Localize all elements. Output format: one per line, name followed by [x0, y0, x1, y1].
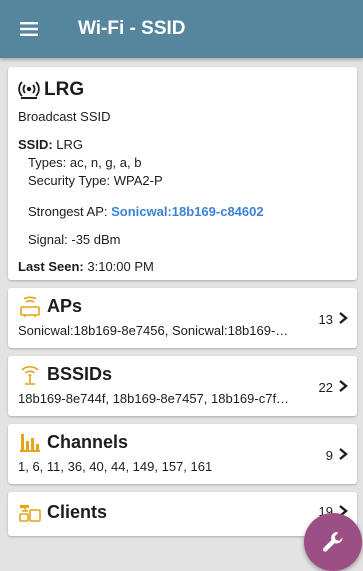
signal-line: Signal: -35 dBm: [28, 232, 121, 247]
aps-row[interactable]: APs Sonicwal:18b169-8e7456, Sonicwal:18b…: [8, 288, 357, 348]
strongest-ap-label: Strongest AP:: [28, 204, 108, 219]
bssids-title: BSSIDs: [47, 363, 113, 384]
tools-fab-button[interactable]: [304, 513, 362, 571]
ap-icon: [20, 296, 40, 317]
bssids-count: 22: [318, 380, 333, 395]
channels-icon: [20, 434, 40, 452]
ssid-label: SSID:: [18, 137, 53, 152]
channels-count: 9: [325, 448, 333, 463]
chevron-right-icon: [339, 448, 348, 460]
security-value: WPA2-P: [113, 173, 163, 188]
bssids-subtitle: 18b169-8e744f, 18b169-8e7457, 18b169-c7f…: [18, 391, 290, 406]
wrench-icon: [322, 532, 343, 552]
signal-label: Signal:: [28, 232, 68, 247]
strongest-ap-link[interactable]: Sonicwal:18b169-c84602: [111, 204, 263, 219]
bssids-row[interactable]: BSSIDs 18b169-8e744f, 18b169-8e7457, 18b…: [8, 356, 357, 416]
types-line: Types: ac, n, g, a, b: [28, 155, 141, 170]
strongest-ap-line: Strongest AP: Sonicwal:18b169-c84602: [28, 204, 264, 219]
security-line: Security Type: WPA2-P: [28, 173, 163, 188]
chevron-right-icon: [339, 312, 348, 324]
app-bar: Wi-Fi - SSID: [0, 0, 363, 58]
chevron-right-icon: [339, 380, 348, 392]
aps-subtitle: Sonicwal:18b169-8e7456, Sonicwal:18b169-…: [18, 323, 289, 338]
ssid-detail-card: LRG Broadcast SSID SSID: LRG Types: ac, …: [8, 67, 357, 280]
broadcast-label: Broadcast SSID: [18, 109, 111, 124]
aps-count: 13: [318, 312, 333, 327]
clients-title: Clients: [47, 501, 108, 522]
ssid-name: LRG: [44, 79, 85, 100]
types-label: Types:: [28, 155, 67, 170]
last-seen-label: Last Seen:: [18, 259, 84, 274]
channels-row[interactable]: Channels 1, 6, 11, 36, 40, 44, 149, 157,…: [8, 424, 357, 484]
signal-value: -35 dBm: [71, 232, 121, 247]
channels-title: Channels: [47, 431, 129, 452]
clients-icon: [19, 505, 41, 522]
aps-title: APs: [47, 295, 83, 316]
ssid-value: LRG: [56, 137, 84, 152]
types-value: ac, n, g, a, b: [69, 155, 142, 170]
app-title: Wi-Fi - SSID: [78, 18, 186, 39]
broadcast-icon: [18, 81, 40, 99]
clients-row[interactable]: Clients 19: [8, 492, 357, 536]
hamburger-icon: [20, 22, 38, 36]
channels-subtitle: 1, 6, 11, 36, 40, 44, 149, 157, 161: [18, 459, 213, 474]
last-seen-value: 3:10:00 PM: [87, 259, 154, 274]
ssid-line: SSID: LRG: [18, 137, 83, 152]
last-seen-line: Last Seen: 3:10:00 PM: [18, 259, 154, 274]
menu-button[interactable]: [0, 0, 58, 58]
security-label: Security Type:: [28, 173, 111, 188]
bssid-icon: [21, 366, 39, 385]
